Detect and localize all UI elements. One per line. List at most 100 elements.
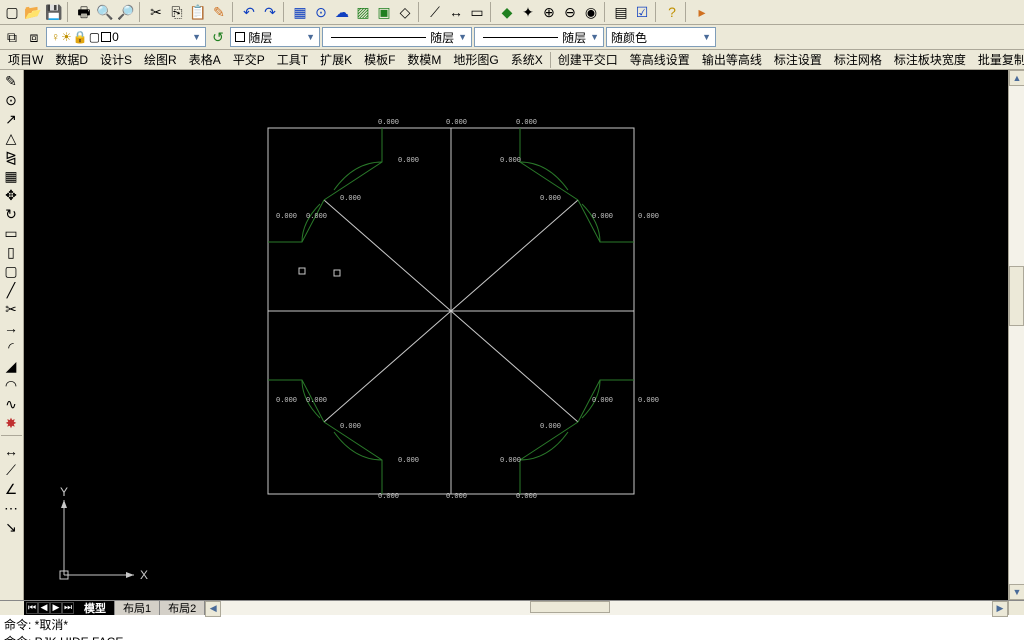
paste-icon[interactable]: 📋 (188, 2, 208, 22)
redo-icon[interactable]: ↷ (260, 2, 280, 22)
open-icon[interactable]: 📂 (23, 2, 43, 22)
stretch-icon[interactable]: ▯ (1, 243, 21, 261)
grid-icon[interactable]: ▦ (1, 167, 21, 185)
menu-system[interactable]: 系统X (505, 49, 549, 70)
preview-icon[interactable]: 🔍 (95, 2, 115, 22)
hatch-icon[interactable]: ▨ (353, 2, 373, 22)
color-dropdown[interactable]: 随层 ▼ (230, 27, 320, 47)
layer-manager-icon[interactable]: ⧉ (2, 27, 22, 47)
qleader-icon[interactable]: ↗ (1, 110, 21, 128)
dimali-icon[interactable]: ⟋ (1, 461, 21, 479)
dimcont-icon[interactable]: ⋯ (1, 499, 21, 517)
arrow2-icon[interactable]: ↘ (1, 518, 21, 536)
scroll-up-icon[interactable]: ▲ (1009, 70, 1024, 86)
spline-icon[interactable]: ∿ (1, 395, 21, 413)
design-icon[interactable]: ◇ (395, 2, 415, 22)
save-icon[interactable]: 💾 (44, 2, 64, 22)
cloud-icon[interactable]: ☁ (332, 2, 352, 22)
tab-next-icon[interactable]: ▶ (50, 602, 62, 614)
plotstyle-label: 随颜色 (611, 29, 647, 46)
dm-icon[interactable]: ▸ (692, 2, 712, 22)
web-icon[interactable]: ⊙ (311, 2, 331, 22)
layer-dropdown[interactable]: ♀☀🔒▢ 0 ▼ (46, 27, 206, 47)
zoomw-icon[interactable]: ◉ (581, 2, 601, 22)
tab-prev-icon[interactable]: ◀ (38, 602, 50, 614)
print-icon[interactable]: 🖶 (74, 2, 94, 22)
menu-design[interactable]: 设计S (94, 49, 138, 70)
menu-batch-copy[interactable]: 批量复制 (972, 49, 1024, 70)
panel-icon[interactable]: ▦ (290, 2, 310, 22)
menu-intersection[interactable]: 平交P (227, 49, 271, 70)
tab-model[interactable]: 模型 (76, 601, 115, 615)
command-line[interactable]: 命令: *取消* 命令: PJK HIDE FACE (0, 614, 1024, 640)
pencil-icon[interactable]: ✎ (1, 72, 21, 90)
layer-previous-icon[interactable]: ↺ (208, 27, 228, 47)
tab-layout1[interactable]: 布局1 (115, 601, 160, 615)
lineweight-dropdown[interactable]: 随层 ▼ (474, 27, 604, 47)
find-icon[interactable]: 🔎 (116, 2, 136, 22)
arc-icon[interactable]: ◠ (1, 376, 21, 394)
svg-text:0.000: 0.000 (398, 457, 419, 465)
zoom-icon[interactable]: ⊖ (560, 2, 580, 22)
tab-last-icon[interactable]: ⏭ (62, 602, 74, 614)
cut-icon[interactable]: ✂ (146, 2, 166, 22)
match-icon[interactable]: ✎ (209, 2, 229, 22)
menu-project[interactable]: 项目W (2, 49, 49, 70)
horizontal-scrollbar[interactable]: ◀ ▶ (205, 601, 1008, 615)
menu-template[interactable]: 模板F (358, 49, 401, 70)
menu-label-settings[interactable]: 标注设置 (768, 49, 828, 70)
menu-terrain[interactable]: 地形图G (447, 49, 504, 70)
dimlin-icon[interactable]: ↔ (1, 442, 21, 460)
tab-layout2[interactable]: 布局2 (160, 601, 205, 615)
vertical-scrollbar[interactable]: ▲ ▼ (1008, 70, 1024, 600)
chamfer-icon[interactable]: ◢ (1, 357, 21, 375)
linetype-dropdown[interactable]: 随层 ▼ (322, 27, 472, 47)
plotstyle-dropdown[interactable]: 随颜色 ▼ (606, 27, 716, 47)
match2-icon[interactable]: ✸ (1, 414, 21, 432)
scroll-left-icon[interactable]: ◀ (205, 601, 221, 617)
delta-icon[interactable]: △ (1, 129, 21, 147)
new-icon[interactable]: ▢ (2, 2, 22, 22)
menu-label-grid[interactable]: 标注网格 (828, 49, 888, 70)
tab-first-icon[interactable]: ⏮ (26, 602, 38, 614)
menu-output-contour[interactable]: 输出等高线 (696, 49, 768, 70)
layer-states-icon[interactable]: ⧈ (24, 27, 44, 47)
calc-icon[interactable]: ▤ (611, 2, 631, 22)
menu-draw[interactable]: 绘图R (138, 49, 183, 70)
dist-icon[interactable]: ◆ (497, 2, 517, 22)
copy-icon[interactable]: ⎘ (167, 2, 187, 22)
pan-icon[interactable]: ⊕ (539, 2, 559, 22)
menu-create-intersect[interactable]: 创建平交口 (552, 49, 624, 70)
rotate-icon[interactable]: ↻ (1, 205, 21, 223)
menu-dtm[interactable]: 数模M (401, 49, 447, 70)
menu-tables[interactable]: 表格A (183, 49, 227, 70)
dim-icon[interactable]: ↔ (446, 2, 466, 22)
viewcube-icon[interactable]: ✦ (518, 2, 538, 22)
rect-icon[interactable]: ▢ (1, 262, 21, 280)
menu-contour-settings[interactable]: 等高线设置 (624, 49, 696, 70)
dimang-icon[interactable]: ∠ (1, 480, 21, 498)
undo-icon[interactable]: ↶ (239, 2, 259, 22)
model-viewport[interactable]: 0.000 0.000 0.000 0.000 0.000 0.000 0.00… (24, 70, 1008, 600)
block-icon[interactable]: ▣ (374, 2, 394, 22)
scroll-right-icon[interactable]: ▶ (992, 601, 1008, 617)
svg-text:0.000: 0.000 (306, 213, 327, 221)
menu-tools[interactable]: 工具T (271, 49, 314, 70)
scale-icon[interactable]: ▭ (1, 224, 21, 242)
circle-icon[interactable]: ⊙ (1, 91, 21, 109)
props-icon[interactable]: ☑ (632, 2, 652, 22)
drawing-canvas[interactable]: 0.000 0.000 0.000 0.000 0.000 0.000 0.00… (24, 70, 1008, 600)
move-icon[interactable]: ✥ (1, 186, 21, 204)
trim-icon[interactable]: ✂ (1, 300, 21, 318)
extend-icon[interactable]: → (1, 319, 21, 337)
menu-label-width[interactable]: 标注板块宽度 (888, 49, 972, 70)
scroll-down-icon[interactable]: ▼ (1009, 584, 1024, 600)
line-icon[interactable]: ╱ (1, 281, 21, 299)
menu-extend[interactable]: 扩展K (314, 49, 358, 70)
measure-icon[interactable]: ⟋ (425, 2, 445, 22)
fillet-icon[interactable]: ◜ (1, 338, 21, 356)
view-icon[interactable]: ▭ (467, 2, 487, 22)
menu-data[interactable]: 数据D (49, 49, 94, 70)
mirror-icon[interactable]: ⧎ (1, 148, 21, 166)
help-icon[interactable]: ? (662, 2, 682, 22)
